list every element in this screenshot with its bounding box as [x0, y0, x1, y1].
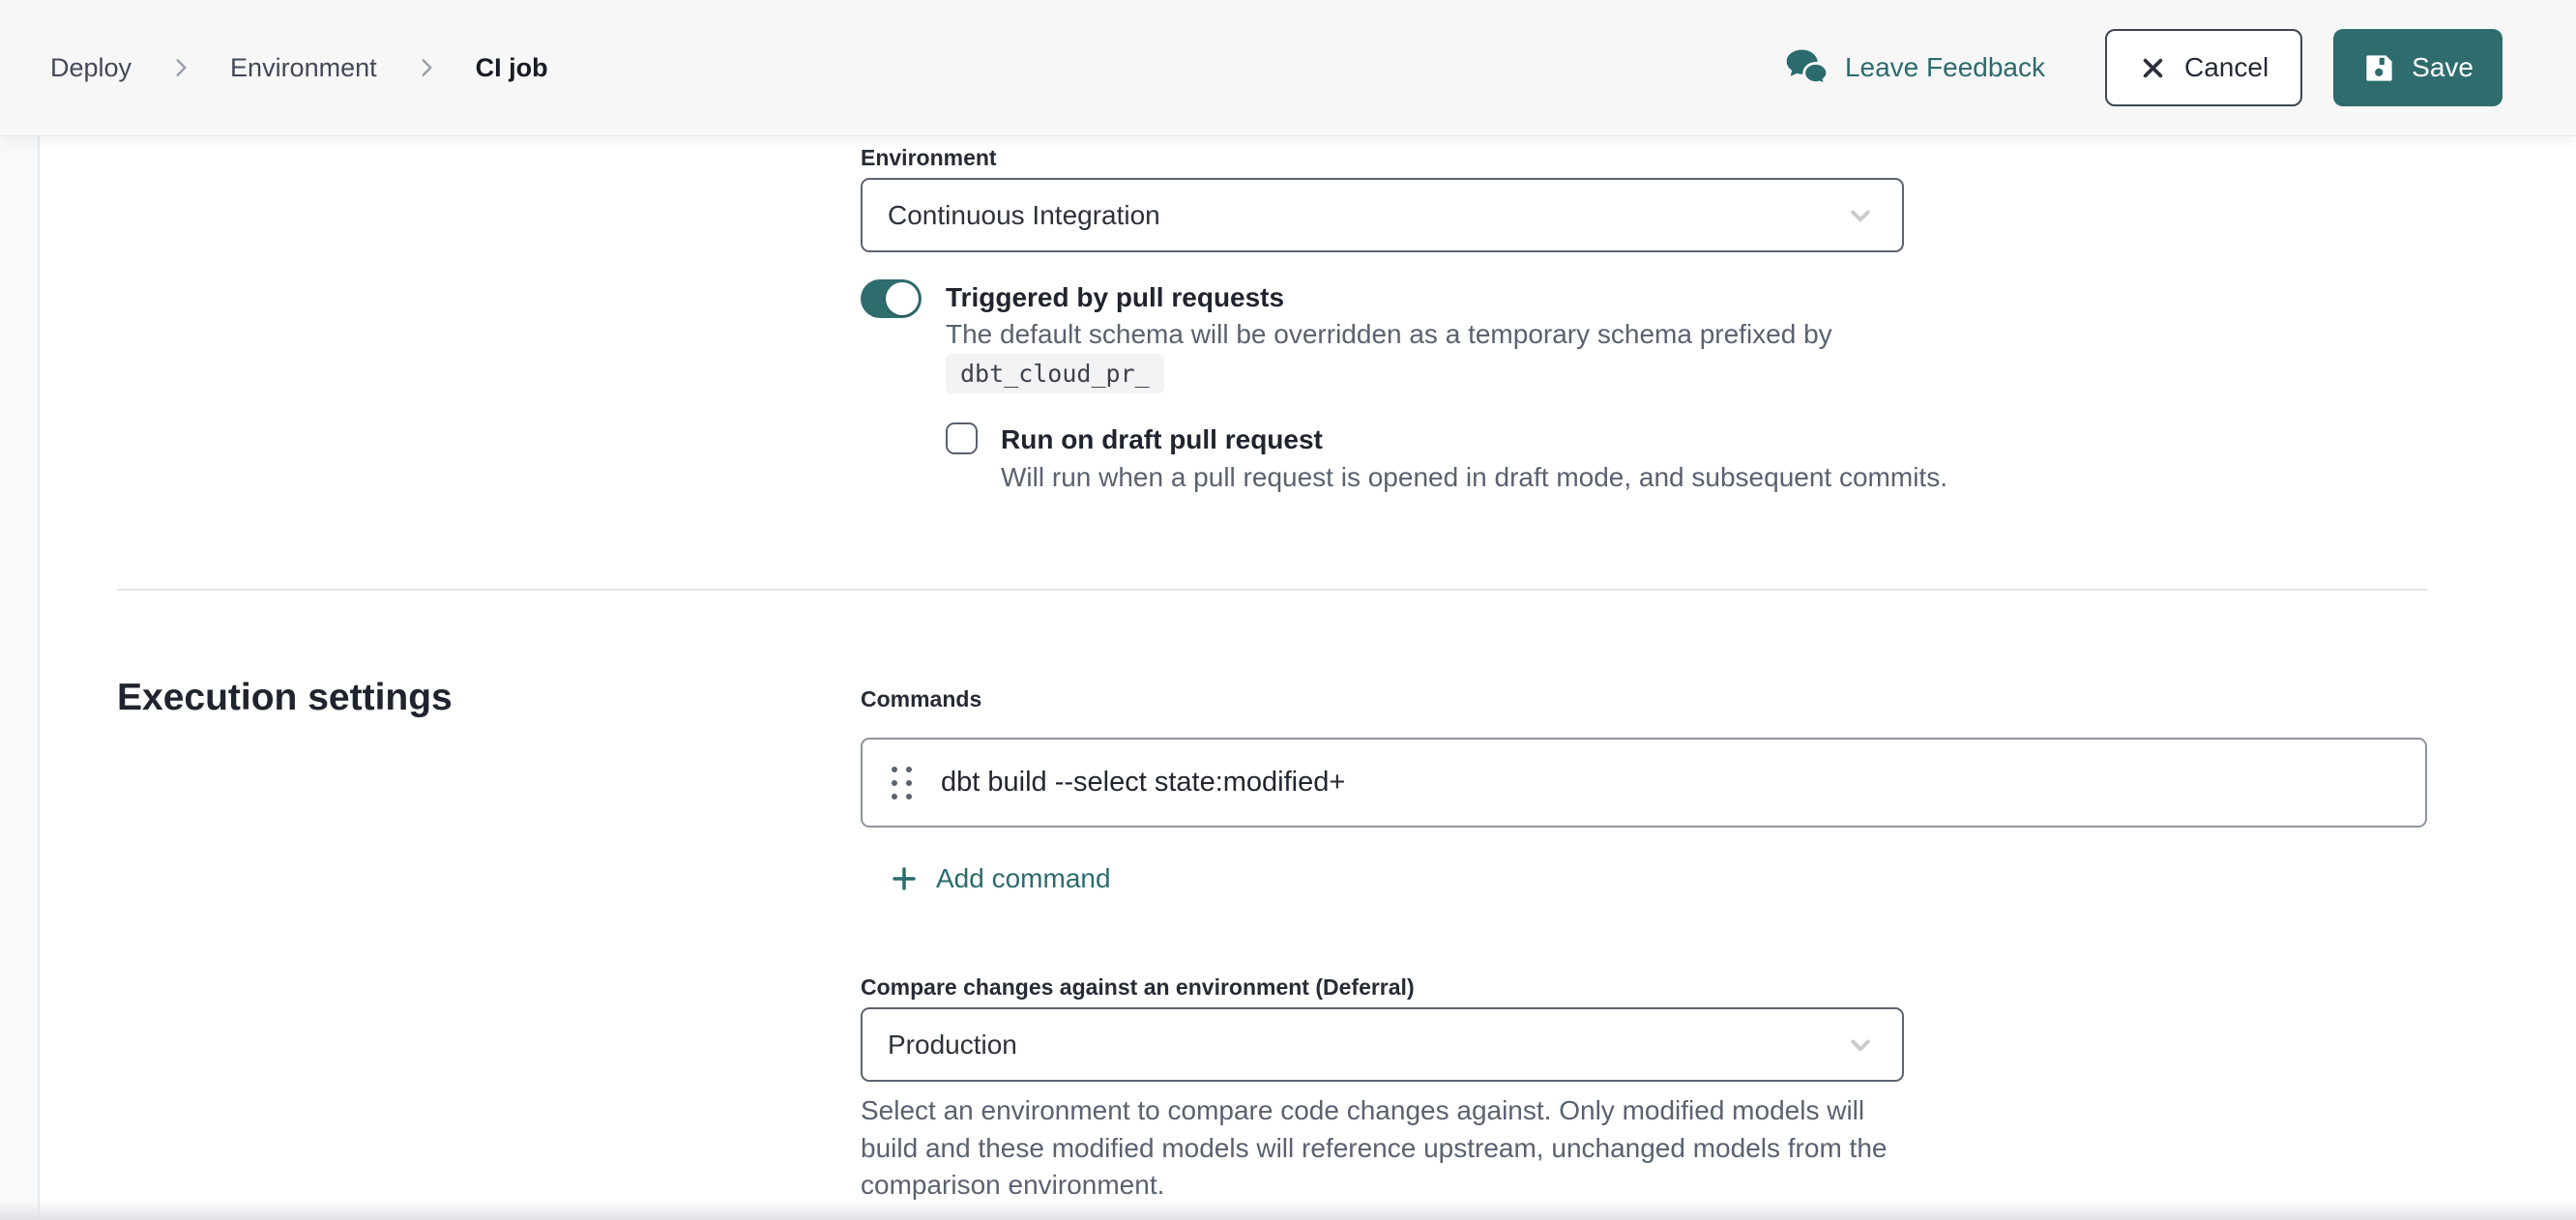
schema-prefix-chip: dbt_cloud_pr_	[946, 354, 1164, 393]
save-button[interactable]: Save	[2333, 29, 2503, 106]
run-on-draft-label: Run on draft pull request	[1001, 424, 1323, 455]
top-bar: Deploy Environment CI job Leave Feedback	[0, 0, 2576, 135]
breadcrumb-deploy[interactable]: Deploy	[50, 53, 132, 83]
chevron-down-icon	[1844, 199, 1877, 232]
triggered-by-pr-description: The default schema will be overridden as…	[946, 319, 1832, 350]
leave-feedback-link[interactable]: Leave Feedback	[1785, 48, 2045, 87]
breadcrumb-current-ci-job: CI job	[476, 53, 548, 83]
x-close-icon	[2139, 54, 2167, 82]
cancel-label: Cancel	[2184, 52, 2269, 83]
command-value: dbt build --select state:modified+	[941, 767, 1345, 799]
breadcrumb: Deploy Environment CI job	[50, 53, 548, 83]
save-label: Save	[2412, 52, 2474, 83]
execution-settings-heading: Execution settings	[117, 677, 453, 719]
bottom-scroll-fade	[0, 1201, 2576, 1220]
environment-select-value: Continuous Integration	[888, 200, 1160, 231]
add-command-label: Add command	[936, 863, 1111, 894]
section-divider	[117, 589, 2427, 591]
deferral-field-label: Compare changes against an environment (…	[861, 974, 1415, 1001]
header-actions: Leave Feedback Cancel Save	[1785, 29, 2503, 106]
cancel-button[interactable]: Cancel	[2105, 29, 2302, 106]
leave-feedback-label: Leave Feedback	[1845, 52, 2045, 83]
plus-icon	[889, 863, 920, 894]
add-command-button[interactable]: Add command	[889, 863, 1111, 894]
toggle-knob	[886, 282, 919, 315]
ci-job-settings-page: Deploy Environment CI job Leave Feedback	[0, 0, 2576, 1220]
deferral-select[interactable]: Production	[861, 1007, 1904, 1082]
environment-select[interactable]: Continuous Integration	[861, 178, 1904, 252]
commands-field-label: Commands	[861, 686, 981, 712]
left-rail	[0, 135, 40, 1220]
run-on-draft-checkbox[interactable]	[946, 422, 978, 454]
chevron-right-icon	[414, 55, 439, 80]
chevron-right-icon	[168, 55, 193, 80]
breadcrumb-environment[interactable]: Environment	[230, 53, 377, 83]
chat-bubbles-icon	[1785, 48, 1830, 87]
triggered-by-pr-toggle[interactable]	[861, 279, 922, 318]
drag-handle-icon[interactable]	[892, 767, 912, 799]
environment-field-label: Environment	[861, 145, 997, 171]
floppy-disk-icon	[2362, 51, 2396, 85]
command-input[interactable]: dbt build --select state:modified+	[861, 738, 2427, 828]
chevron-down-icon	[1844, 1029, 1877, 1061]
deferral-description: Select an environment to compare code ch…	[861, 1092, 1888, 1205]
run-on-draft-description: Will run when a pull request is opened i…	[1001, 462, 1947, 493]
deferral-select-value: Production	[888, 1030, 1017, 1060]
triggered-by-pr-label: Triggered by pull requests	[946, 282, 1284, 313]
